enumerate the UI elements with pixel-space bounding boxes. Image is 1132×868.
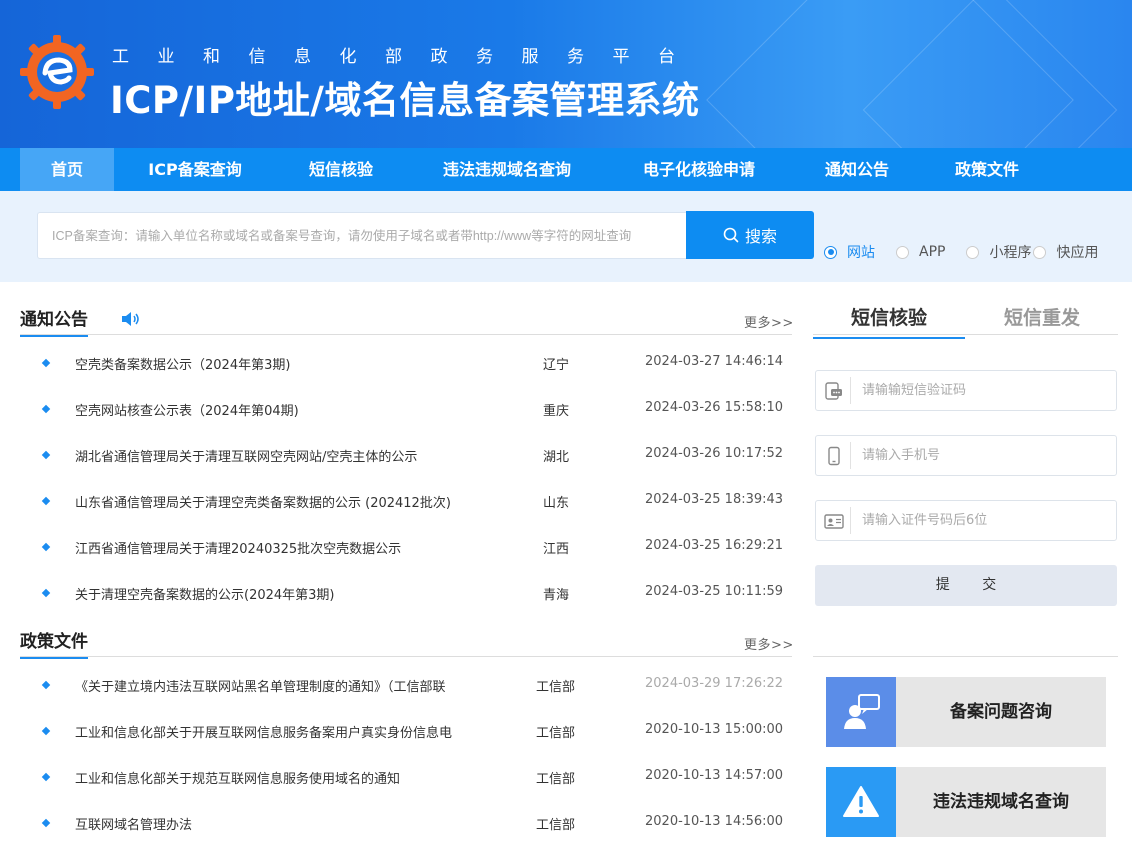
submit-button[interactable]: 提 交	[815, 565, 1117, 606]
notices-more-link[interactable]: 更多>>	[744, 312, 794, 331]
policy-title[interactable]: 工业和信息化部关于开展互联网信息服务备案用户真实身份信息电	[75, 722, 530, 741]
policy-time: 2020-10-13 14:57:00	[645, 768, 784, 783]
notice-region: 辽宁	[543, 358, 570, 373]
search-icon	[723, 227, 739, 243]
platform-subtitle: 工业和信息化部政务服务平台	[112, 47, 704, 67]
illegal-domain-label: 违法违规域名查询	[933, 792, 1069, 812]
consult-icon	[844, 694, 880, 729]
notice-title[interactable]: 江西省通信管理局关于清理20240325批次空壳数据公示	[75, 538, 530, 557]
site-logo-icon[interactable]	[18, 33, 96, 111]
search-type-website[interactable]: 网站	[824, 242, 875, 262]
notice-region: 湖北	[543, 450, 570, 465]
radio-icon	[1033, 245, 1047, 259]
policy-issuer: 工信部	[536, 680, 576, 695]
nav-item-policies[interactable]: 政策文件	[936, 148, 1038, 191]
nav-item-illegal-domain[interactable]: 违法违规域名查询	[420, 148, 594, 191]
search-button[interactable]: 搜索	[686, 211, 814, 259]
radio-icon	[896, 245, 909, 259]
consult-button[interactable]: 备案问题咨询	[826, 677, 1106, 747]
nav-item-notices[interactable]: 通知公告	[806, 148, 908, 191]
radio-label: 小程序	[989, 245, 1032, 261]
sms-code-field[interactable]	[815, 370, 1117, 411]
policy-row[interactable]: 互联网域名管理办法 工信部 2020-10-13 14:56:00	[40, 814, 785, 868]
notice-title[interactable]: 山东省通信管理局关于清理空壳类备案数据的公示 (202412批次)	[75, 492, 530, 511]
phone-input[interactable]	[862, 436, 1112, 475]
search-input[interactable]	[37, 212, 687, 259]
notice-row[interactable]: 关于清理空壳备案数据的公示(2024年第3期) 青海 2024-03-25 10…	[40, 584, 785, 638]
radio-label: APP	[919, 244, 946, 260]
radio-icon	[966, 245, 980, 259]
search-type-miniprogram[interactable]: 小程序	[966, 242, 1031, 262]
tab-sms-resend[interactable]: 短信重发	[966, 303, 1118, 337]
section-divider	[20, 334, 792, 335]
search-type-group: 网站 APP 小程序 快应用	[824, 242, 1104, 262]
notice-region: 重庆	[543, 404, 570, 419]
section-divider	[20, 656, 792, 657]
warning-icon	[843, 786, 879, 817]
notice-time: 2024-03-26 10:17:52	[645, 446, 784, 461]
phone-field[interactable]	[815, 435, 1117, 476]
policies-more-link[interactable]: 更多>>	[744, 634, 794, 653]
notice-region: 青海	[543, 588, 570, 603]
policy-time: 2024-03-29 17:26:22	[645, 676, 784, 691]
illegal-icon-box	[826, 767, 896, 837]
notice-region: 山东	[543, 496, 570, 511]
notice-time: 2024-03-27 14:46:14	[645, 354, 784, 369]
notice-time: 2024-03-25 10:11:59	[645, 584, 784, 599]
notice-time: 2024-03-26 15:58:10	[645, 400, 784, 415]
radio-label: 网站	[847, 245, 875, 261]
nav-item-sms-verify[interactable]: 短信核验	[290, 148, 392, 191]
phone-icon	[828, 446, 840, 466]
policy-time: 2020-10-13 14:56:00	[645, 814, 784, 829]
id-input[interactable]	[862, 501, 1112, 540]
radio-checked-icon	[824, 245, 837, 259]
field-separator	[850, 507, 851, 534]
policy-title[interactable]: 《关于建立境内违法互联网站黑名单管理制度的通知》（工信部联	[75, 676, 530, 695]
field-separator	[850, 377, 851, 404]
system-title: ICP/IP地址/域名信息备案管理系统	[110, 79, 700, 122]
notice-title[interactable]: 空壳网站核查公示表（2024年第04期)	[75, 400, 530, 419]
notice-time: 2024-03-25 16:29:21	[645, 538, 784, 553]
policy-issuer: 工信部	[536, 726, 576, 741]
header-banner: 工业和信息化部政务服务平台 ICP/IP地址/域名信息备案管理系统	[0, 0, 1132, 148]
field-separator	[850, 442, 851, 469]
id-field[interactable]	[815, 500, 1117, 541]
notice-region: 江西	[543, 542, 570, 557]
search-type-quickapp[interactable]: 快应用	[1033, 242, 1098, 262]
search-area: 搜索 网站 APP 小程序 快应用	[0, 191, 1132, 282]
sms-code-input[interactable]	[862, 371, 1112, 410]
consult-label: 备案问题咨询	[950, 702, 1052, 722]
search-type-app[interactable]: APP	[896, 244, 945, 260]
notice-title[interactable]: 湖北省通信管理局关于清理互联网空壳网站/空壳主体的公示	[75, 446, 530, 465]
id-card-icon	[824, 514, 844, 529]
consult-icon-box	[826, 677, 896, 747]
policy-title[interactable]: 工业和信息化部关于规范互联网信息服务使用域名的通知	[75, 768, 530, 787]
nav-item-icp-query[interactable]: ICP备案查询	[124, 148, 266, 191]
message-icon	[825, 382, 842, 400]
nav-item-e-verify[interactable]: 电子化核验申请	[622, 148, 776, 191]
policies-title: 政策文件	[20, 627, 88, 659]
policy-title[interactable]: 互联网域名管理办法	[75, 814, 530, 833]
policy-issuer: 工信部	[536, 818, 576, 833]
illegal-domain-button[interactable]: 违法违规域名查询	[826, 767, 1106, 837]
tab-sms-verify[interactable]: 短信核验	[813, 303, 965, 339]
search-button-label: 搜索	[744, 227, 777, 246]
bullet-icon	[41, 358, 51, 368]
panel-divider	[813, 656, 1118, 657]
notice-time: 2024-03-25 18:39:43	[645, 492, 784, 507]
notice-title[interactable]: 空壳类备案数据公示（2024年第3期)	[75, 354, 530, 373]
policy-time: 2020-10-13 15:00:00	[645, 722, 784, 737]
notice-title[interactable]: 关于清理空壳备案数据的公示(2024年第3期)	[75, 584, 530, 603]
speaker-icon	[122, 312, 139, 326]
main-nav: 首页 ICP备案查询 短信核验 违法违规域名查询 电子化核验申请 通知公告 政策…	[0, 148, 1132, 191]
bullet-icon	[41, 680, 51, 690]
nav-item-home[interactable]: 首页	[20, 148, 114, 191]
radio-label: 快应用	[1056, 245, 1099, 261]
notices-title: 通知公告	[20, 305, 88, 337]
policy-issuer: 工信部	[536, 772, 576, 787]
